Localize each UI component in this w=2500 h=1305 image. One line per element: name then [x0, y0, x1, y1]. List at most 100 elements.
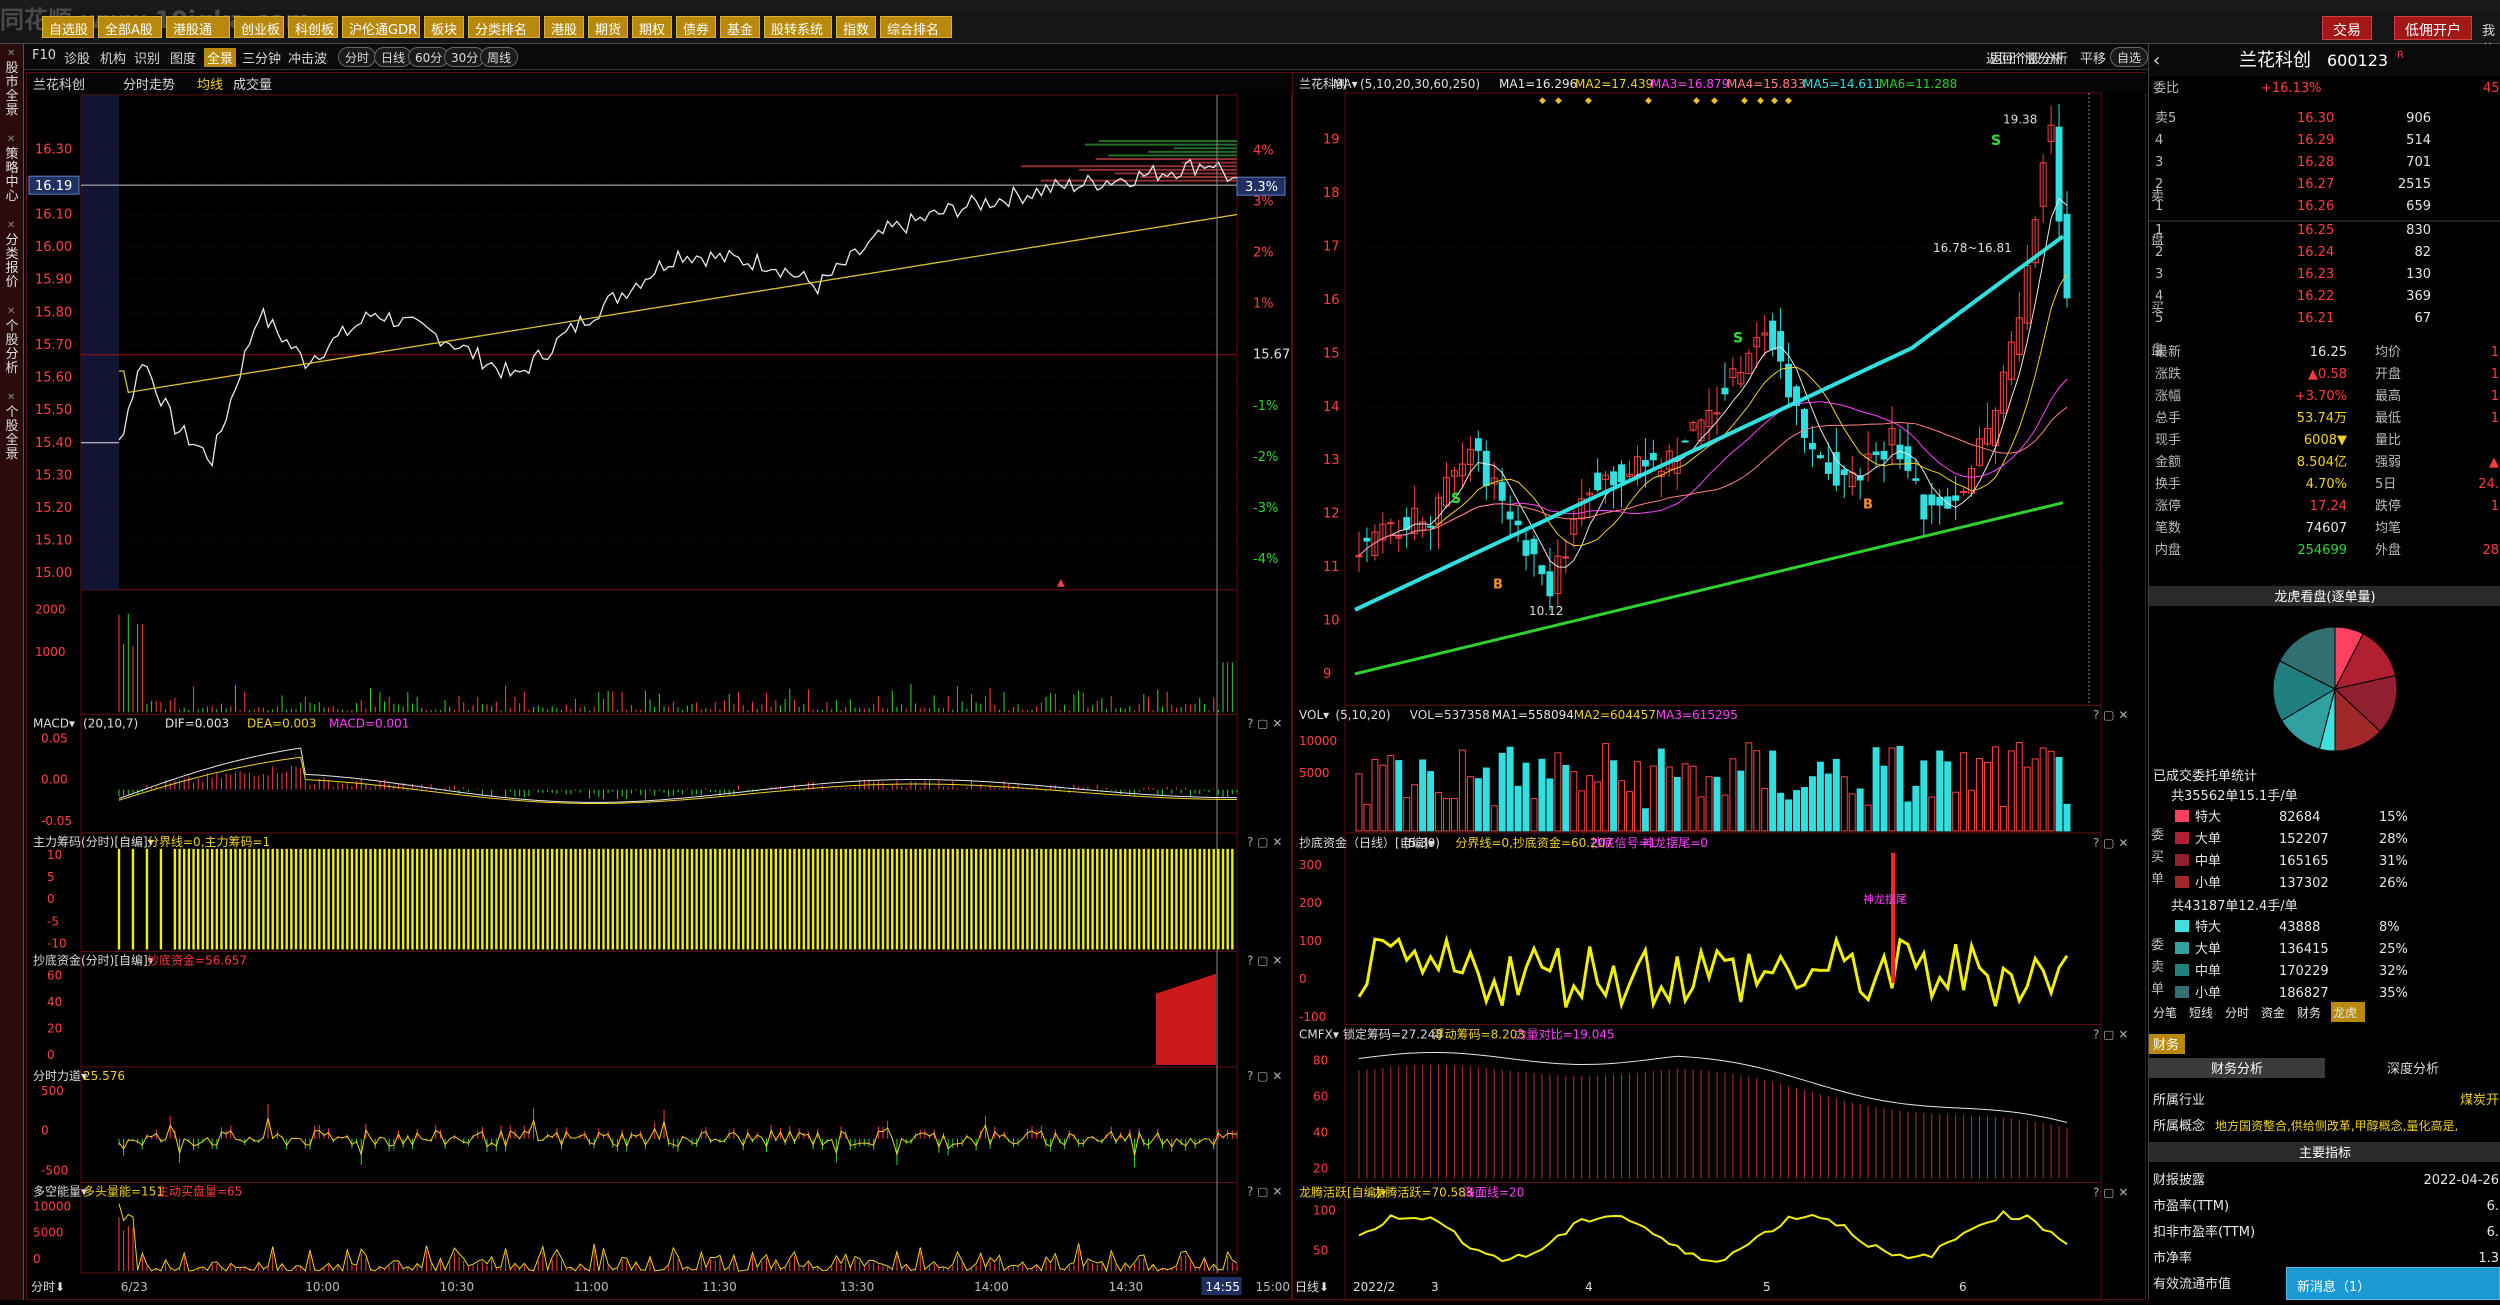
dk-win-icons[interactable]: ? ▢ ✕: [1247, 1184, 1282, 1198]
daily-chart-area[interactable]: 兰花科创 MA▾ (5,10,20,30,60,250) MA1=16.296 MA2=…: [1292, 72, 2147, 1302]
date-tick-4: 6: [1959, 1280, 1967, 1294]
macd-win-icons[interactable]: ? ▢ ✕: [1247, 716, 1282, 730]
dvol-bar-80: [1991, 746, 1999, 832]
toolbar-button-9[interactable]: 期货: [588, 16, 628, 38]
stat-value-6: 4.70%: [2306, 477, 2347, 492]
subtool-9[interactable]: 日线: [374, 47, 413, 67]
daily-pane-4: [1344, 1181, 2102, 1302]
cd-win-icons[interactable]: ? ▢ ✕: [1247, 953, 1282, 967]
subtool-2[interactable]: 机构: [100, 48, 126, 67]
toolbar-button-14[interactable]: 指数: [836, 16, 876, 38]
rail-close-icon-1[interactable]: ✕: [7, 134, 15, 145]
toolbar-button-2[interactable]: 港股通: [166, 16, 230, 38]
buy-value-2: 165165: [2279, 854, 2329, 869]
candle-body-75: [1952, 495, 1960, 501]
subtool-12[interactable]: 周线: [480, 47, 519, 67]
panel-tab-4[interactable]: 财务: [2297, 1005, 2321, 1020]
subtool-3[interactable]: 识别: [134, 48, 160, 67]
return-analysis-button[interactable]: 返回个股分析: [1990, 48, 2068, 67]
toolbar-button-0[interactable]: 自选股: [42, 16, 94, 38]
rail-close-icon-4[interactable]: ✕: [7, 392, 15, 403]
rail-item-4[interactable]: 个股全景: [2, 406, 22, 466]
toolbar-button-11[interactable]: 债券: [676, 16, 716, 38]
subtool-7[interactable]: 冲击波: [288, 48, 327, 67]
intraday-chart-svg[interactable]: 兰花科创分时走势均线成交量16.3016.2016.1016.0015.9015…: [27, 73, 1293, 1301]
sell-legend-3: [2175, 986, 2189, 998]
zl-win-icons[interactable]: ? ▢ ✕: [1247, 835, 1282, 849]
daily-chart-svg[interactable]: 兰花科创MA▾ (5,10,20,30,60,250) MA1=16.296MA2=…: [1293, 73, 2147, 1302]
candle-body-71: [1920, 494, 1928, 520]
left-rail: ✕ 股市全景 ✕ 策略中心 ✕ 分类报价 ✕ 个股分析 ✕ 个股全景: [0, 44, 24, 1300]
panel-tab-1[interactable]: 短线: [2189, 1006, 2213, 1020]
stock-name: 兰花科创: [2239, 50, 2311, 71]
toolbar-button-15[interactable]: 综合排名: [880, 16, 952, 38]
buy-total: 共35562单15.1手/单: [2171, 789, 2298, 804]
panel-tab-2[interactable]: 分时: [2225, 1006, 2249, 1020]
candle-body-33: [1618, 464, 1625, 483]
daily-bottom-label[interactable]: 日线⬇: [1295, 1280, 1329, 1294]
rail-close-icon-0[interactable]: ✕: [7, 48, 15, 59]
sub-toolbar: F10 诊股 机构 识别 图度 全景 三分钟 冲击波 分时 日线 60分 30分 周线 返回个股分析 返回个…: [24, 44, 2148, 70]
fin-label-2: 扣非市盈率(TTM): [2153, 1224, 2255, 1240]
dcd-win-icons[interactable]: ? ▢ ✕: [2093, 836, 2128, 850]
rail-item-1[interactable]: 策略中心: [2, 148, 22, 208]
panel-tab-0[interactable]: 分笔: [2153, 1005, 2177, 1020]
price-tick-4: 15.90: [35, 273, 72, 288]
subtool-5[interactable]: 全景: [204, 48, 237, 67]
stat-label2-7: 跌停: [2375, 498, 2401, 514]
rail-item-2[interactable]: 分类报价: [2, 234, 22, 294]
fs-win-icons[interactable]: ? ▢ ✕: [1247, 1069, 1282, 1083]
dvol-bar-55: [1793, 790, 1801, 832]
daily-price-tick-3: 16: [1323, 293, 1340, 308]
subtool-0[interactable]: F10: [32, 48, 56, 63]
sell-side-1: 卖: [2151, 960, 2164, 975]
toolbar-button-10[interactable]: 期权: [632, 16, 672, 38]
pct-tick-2: 2%: [1253, 246, 1274, 261]
diamond-5: ◆: [1711, 96, 1718, 106]
toolbar-button-8[interactable]: 港股: [544, 16, 584, 38]
subtool-6[interactable]: 三分钟: [242, 48, 281, 67]
sell-side-0: 委: [2151, 938, 2164, 953]
toolbar-button-1[interactable]: 全部A股: [98, 16, 162, 38]
cd-tick-3: 0: [47, 1048, 55, 1062]
annot-high: 19.38: [2003, 113, 2037, 127]
pan-button[interactable]: 平移: [2080, 48, 2106, 67]
dvol-win-icons[interactable]: ? ▢ ✕: [2093, 708, 2128, 722]
rail-close-icon-3[interactable]: ✕: [7, 306, 15, 317]
rail-item-0[interactable]: 股市全景: [2, 62, 22, 122]
toolbar-button-7[interactable]: 分类排名: [468, 16, 540, 38]
subtool-1[interactable]: 诊股: [64, 48, 90, 67]
open-account-button[interactable]: 低佣开户: [2394, 16, 2472, 40]
dvol-bar-77: [1968, 789, 1976, 832]
cmfx-win-icons[interactable]: ? ▢ ✕: [2093, 1027, 2128, 1041]
trade-button[interactable]: 交易: [2322, 16, 2372, 40]
time-tick-6: 14:00: [974, 1280, 1009, 1294]
watchlist-button[interactable]: 自选: [2110, 47, 2148, 67]
toolbar-button-5[interactable]: 沪伦通GDR: [342, 16, 420, 38]
intraday-chart-area[interactable]: 兰花科创分时走势均线成交量16.3016.2016.1016.0015.9015…: [26, 72, 1293, 1301]
toolbar-button-12[interactable]: 基金: [720, 16, 760, 38]
new-message-notification[interactable]: 新消息（1）: [2286, 1267, 2500, 1300]
diamond-2: ◆: [1585, 96, 1592, 106]
subtool-4[interactable]: 图度: [170, 48, 196, 67]
candle-body-89: [2063, 213, 2071, 299]
toolbar-button-6[interactable]: 板块: [424, 16, 464, 38]
panel-tab-3[interactable]: 资金: [2261, 1005, 2285, 1020]
sell-side-2: 单: [2151, 982, 2164, 997]
price-tick-10: 15.30: [35, 468, 72, 483]
dvol-bar-13: [1458, 749, 1466, 832]
rail-item-3[interactable]: 个股分析: [2, 320, 22, 380]
toolbar-button-3[interactable]: 创业板: [234, 16, 284, 38]
fin-value-1: 6.: [2487, 1199, 2499, 1214]
toolbar-button-13[interactable]: 股转系统: [764, 16, 832, 38]
subtool-8[interactable]: 分时: [338, 47, 377, 67]
toolbar-button-4[interactable]: 科创板: [288, 16, 338, 38]
dvol-hdr-5: MA3=615295: [1656, 708, 1738, 722]
lt-win-icons[interactable]: ? ▢ ✕: [2093, 1185, 2128, 1199]
intraday-bottom-label[interactable]: 分时⬇: [31, 1280, 65, 1294]
panel-tab-5[interactable]: 龙虎: [2333, 1006, 2357, 1020]
rail-close-icon-2[interactable]: ✕: [7, 220, 15, 231]
weibi-value: +16.13%: [2261, 81, 2321, 96]
bid-price-4: 16.21: [2297, 311, 2334, 326]
dvol-bar-61: [1840, 776, 1848, 832]
